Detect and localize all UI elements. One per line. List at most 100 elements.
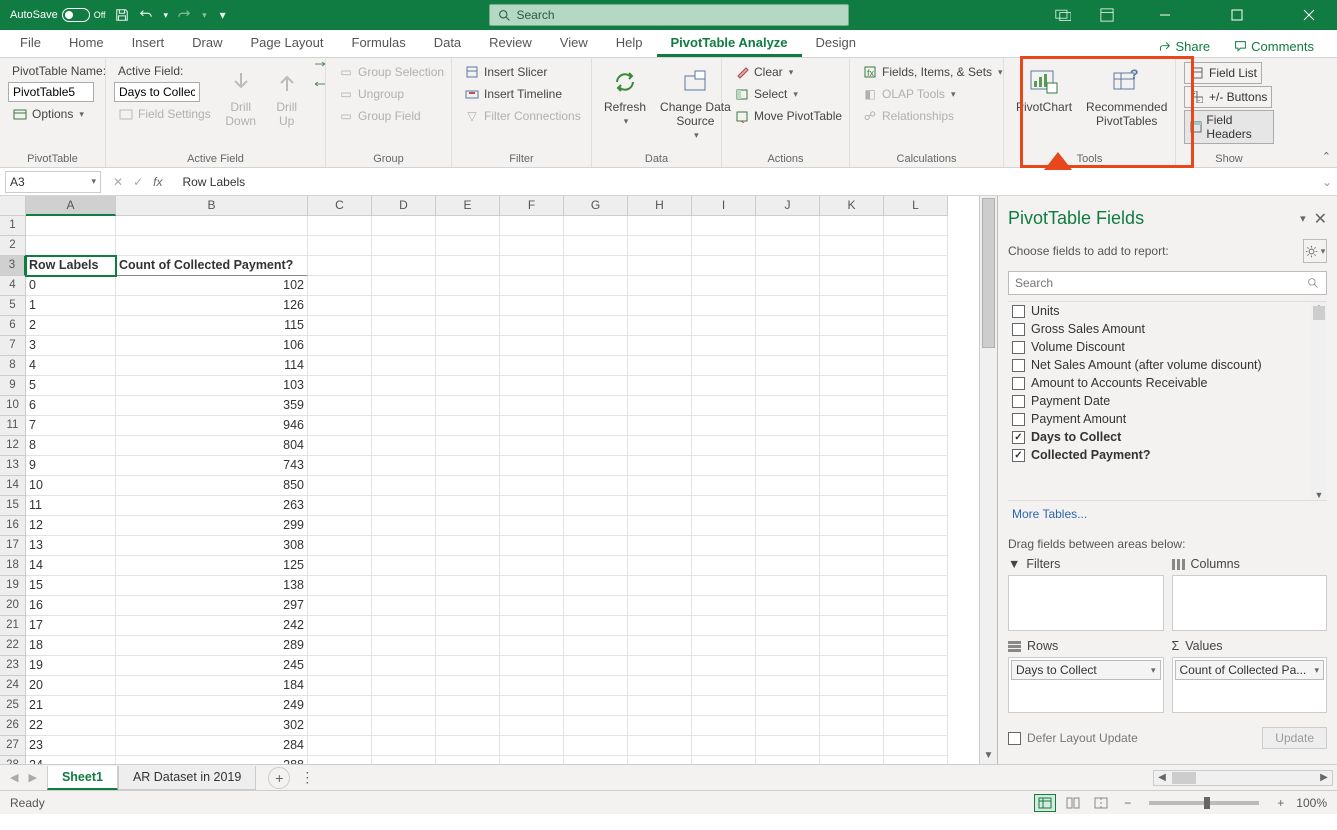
formula-input[interactable]: Row Labels: [174, 175, 1317, 189]
horizontal-scrollbar[interactable]: ◀ ▶: [1153, 770, 1333, 786]
cell[interactable]: [820, 336, 884, 356]
cell[interactable]: [372, 436, 436, 456]
field-pane-close[interactable]: ✕: [1314, 209, 1327, 229]
cell[interactable]: [884, 596, 948, 616]
row-header-23[interactable]: 23: [0, 656, 26, 676]
cell[interactable]: [308, 736, 372, 756]
cell[interactable]: [372, 496, 436, 516]
cell[interactable]: [372, 236, 436, 256]
cell[interactable]: [756, 436, 820, 456]
cell[interactable]: [500, 456, 564, 476]
cell[interactable]: 21: [26, 696, 116, 716]
refresh-button[interactable]: Refresh▾: [600, 62, 650, 131]
cell[interactable]: [692, 276, 756, 296]
cell[interactable]: 4: [26, 356, 116, 376]
insert-timeline-button[interactable]: Insert Timeline: [460, 84, 566, 104]
cell[interactable]: [820, 356, 884, 376]
cell[interactable]: [436, 356, 500, 376]
cell[interactable]: [884, 336, 948, 356]
cell[interactable]: [500, 656, 564, 676]
cell[interactable]: [628, 576, 692, 596]
field-checkbox[interactable]: ✓: [1012, 431, 1025, 444]
name-box[interactable]: A3 ▾: [5, 171, 101, 193]
cell[interactable]: [436, 436, 500, 456]
cell[interactable]: [500, 396, 564, 416]
cell[interactable]: [884, 356, 948, 376]
cell[interactable]: [308, 616, 372, 636]
enter-formula-icon[interactable]: ✓: [133, 175, 143, 189]
cell[interactable]: 115: [116, 316, 308, 336]
pivottable-name-input[interactable]: [8, 82, 94, 102]
cell[interactable]: [564, 616, 628, 636]
cell[interactable]: [564, 476, 628, 496]
cell[interactable]: [500, 296, 564, 316]
row-header-10[interactable]: 10: [0, 396, 26, 416]
cell[interactable]: [628, 556, 692, 576]
hscroll-thumb[interactable]: [1172, 772, 1196, 784]
cell[interactable]: 263: [116, 496, 308, 516]
cell[interactable]: 284: [116, 736, 308, 756]
cell[interactable]: [692, 236, 756, 256]
fx-icon[interactable]: fx: [153, 175, 162, 189]
cell[interactable]: [372, 256, 436, 276]
cell[interactable]: [884, 416, 948, 436]
cell[interactable]: 114: [116, 356, 308, 376]
cell[interactable]: [116, 216, 308, 236]
cell[interactable]: [564, 416, 628, 436]
cell[interactable]: [756, 276, 820, 296]
cell[interactable]: [884, 756, 948, 764]
cell[interactable]: [500, 636, 564, 656]
cell[interactable]: [628, 676, 692, 696]
cell[interactable]: [628, 636, 692, 656]
cell[interactable]: [372, 336, 436, 356]
cell[interactable]: [308, 396, 372, 416]
cell[interactable]: [756, 576, 820, 596]
column-header-K[interactable]: K: [820, 196, 884, 216]
cell[interactable]: [820, 376, 884, 396]
group-selection-button[interactable]: ▭Group Selection: [334, 62, 448, 82]
cell[interactable]: [884, 436, 948, 456]
cell[interactable]: [692, 716, 756, 736]
field-pane-gear[interactable]: ▾: [1303, 239, 1327, 263]
cell[interactable]: 302: [116, 716, 308, 736]
cell[interactable]: [756, 516, 820, 536]
cell[interactable]: [820, 436, 884, 456]
cell[interactable]: [436, 376, 500, 396]
cell[interactable]: [308, 416, 372, 436]
cell[interactable]: [308, 576, 372, 596]
cell[interactable]: [564, 676, 628, 696]
cell[interactable]: [628, 336, 692, 356]
row-header-15[interactable]: 15: [0, 496, 26, 516]
cell[interactable]: [372, 356, 436, 376]
cell[interactable]: [820, 756, 884, 764]
field-checkbox[interactable]: [1012, 359, 1025, 372]
cell[interactable]: [628, 596, 692, 616]
cell[interactable]: [436, 336, 500, 356]
column-header-A[interactable]: A: [26, 196, 116, 216]
cell[interactable]: [372, 576, 436, 596]
cell[interactable]: [500, 336, 564, 356]
cell[interactable]: 125: [116, 556, 308, 576]
cell[interactable]: [756, 616, 820, 636]
cell[interactable]: [372, 316, 436, 336]
cell[interactable]: [884, 716, 948, 736]
cell[interactable]: [308, 436, 372, 456]
select-button[interactable]: Select▾: [730, 84, 802, 104]
cell[interactable]: [372, 656, 436, 676]
column-header-L[interactable]: L: [884, 196, 948, 216]
cell[interactable]: [436, 716, 500, 736]
undo-icon[interactable]: [138, 7, 154, 23]
column-header-H[interactable]: H: [628, 196, 692, 216]
cell[interactable]: [820, 696, 884, 716]
cell[interactable]: [628, 476, 692, 496]
spreadsheet-grid[interactable]: ABCDEFGHIJKL 123Row Labels▼Count of Coll…: [0, 196, 979, 764]
cell[interactable]: [692, 396, 756, 416]
cell[interactable]: [500, 696, 564, 716]
cell[interactable]: [436, 456, 500, 476]
cell[interactable]: [820, 476, 884, 496]
cell[interactable]: [628, 296, 692, 316]
cell[interactable]: [436, 296, 500, 316]
cell[interactable]: [820, 636, 884, 656]
cell[interactable]: [756, 296, 820, 316]
cell[interactable]: 0: [26, 276, 116, 296]
